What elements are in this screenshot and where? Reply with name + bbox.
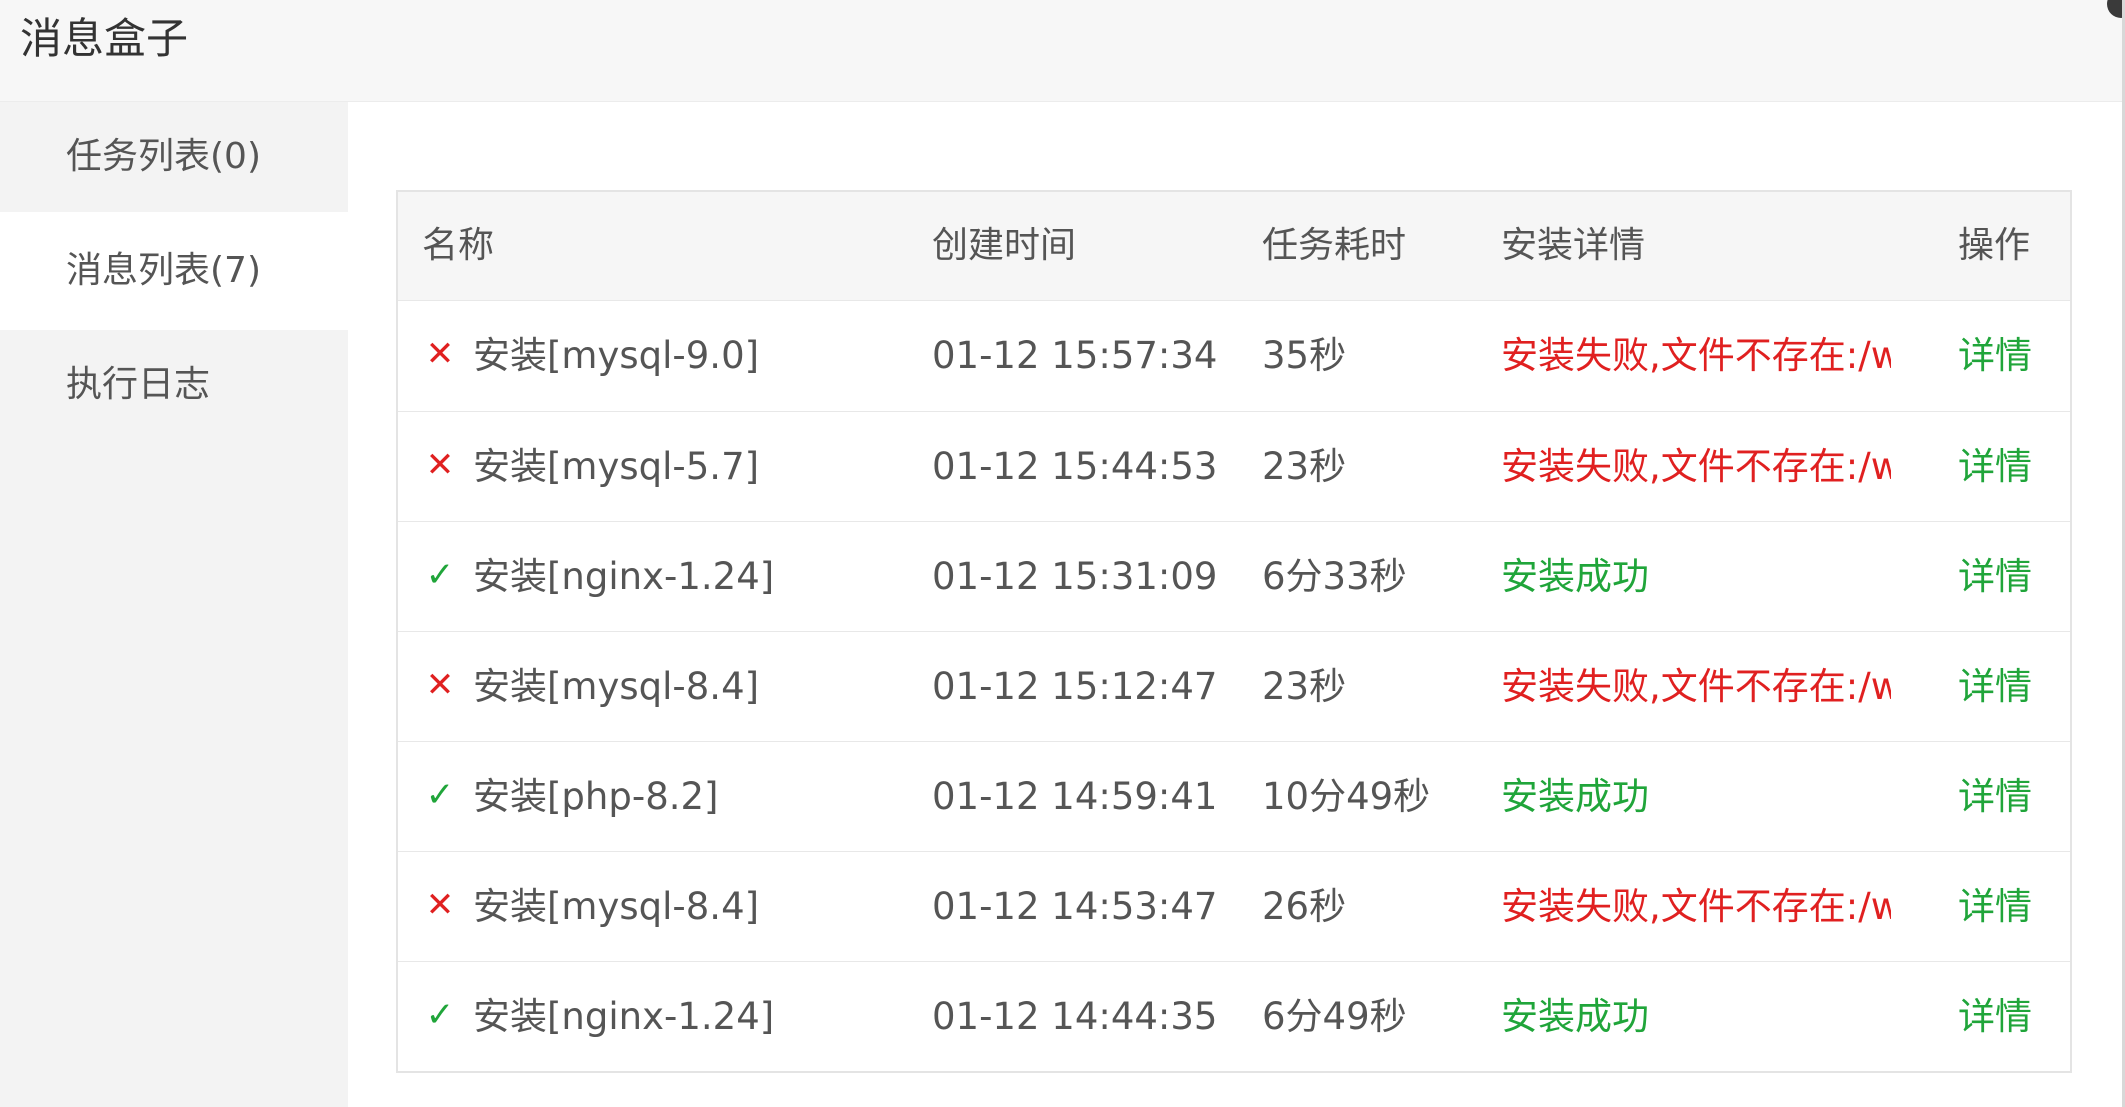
sidebar-item-label: 消息列表(7) <box>66 250 261 291</box>
table-row: ✕ 安装[mysql-8.4] 01-12 14:53:47 26秒 安装失败,文件不存… <box>398 851 2070 961</box>
install-detail: 安装成功 <box>1501 775 1649 818</box>
task-name: 安装[mysql-8.4] <box>473 885 760 928</box>
created-time: 01-12 15:57:34 <box>932 334 1218 377</box>
created-time: 01-12 15:31:09 <box>932 555 1218 598</box>
sidebar-item-execution-log[interactable]: 执行日志 <box>0 330 348 440</box>
table-header: 名称 创建时间 任务耗时 安装详情 操作 <box>398 192 2070 301</box>
detail-link[interactable]: 详情 <box>1958 962 2032 1072</box>
check-icon: ✓ <box>425 775 455 815</box>
main-content: 名称 创建时间 任务耗时 安装详情 操作 ✕ 安装[mysql-9.0] 01-12… <box>348 102 2122 1107</box>
check-icon: ✓ <box>425 995 455 1035</box>
window-title: 消息盒子 <box>20 14 189 63</box>
task-name: 安装[nginx-1.24] <box>473 995 775 1038</box>
detail-link[interactable]: 详情 <box>1958 412 2032 522</box>
detail-link[interactable]: 详情 <box>1958 632 2032 742</box>
table-row: ✕ 安装[mysql-8.4] 01-12 15:12:47 23秒 安装失败,文件不存… <box>398 631 2070 741</box>
table-row: ✓ 安装[nginx-1.24] 01-12 14:44:35 6分49秒 安装成功 详情 <box>398 961 2070 1071</box>
install-detail: 安装失败,文件不存在:/www <box>1501 445 1891 488</box>
sidebar-item-task-list[interactable]: 任务列表(0) <box>0 102 348 212</box>
table-row: ✕ 安装[mysql-5.7] 01-12 15:44:53 23秒 安装失败,文件不存… <box>398 411 2070 521</box>
detail-link[interactable]: 详情 <box>1958 301 2032 411</box>
task-name: 安装[mysql-9.0] <box>473 334 760 377</box>
install-detail: 安装成功 <box>1501 995 1649 1038</box>
detail-link[interactable]: 详情 <box>1958 522 2032 632</box>
created-time: 01-12 14:53:47 <box>932 885 1218 928</box>
detail-link[interactable]: 详情 <box>1958 742 2032 852</box>
table-body: ✕ 安装[mysql-9.0] 01-12 15:57:34 35秒 安装失败,文件不存… <box>398 301 2070 1071</box>
message-table: 名称 创建时间 任务耗时 安装详情 操作 ✕ 安装[mysql-9.0] 01-12… <box>396 190 2072 1073</box>
detail-link[interactable]: 详情 <box>1958 852 2032 962</box>
task-duration: 6分33秒 <box>1262 555 1407 598</box>
install-detail: 安装失败,文件不存在:/www <box>1501 885 1891 928</box>
close-icon: ✕ <box>425 445 455 485</box>
close-icon: ✕ <box>425 334 455 374</box>
task-duration: 10分49秒 <box>1262 775 1431 818</box>
task-duration: 23秒 <box>1262 445 1347 488</box>
sidebar-item-label: 执行日志 <box>66 364 211 405</box>
table-row: ✕ 安装[mysql-9.0] 01-12 15:57:34 35秒 安装失败,文件不存… <box>398 301 2070 411</box>
task-duration: 35秒 <box>1262 334 1347 377</box>
column-header-detail: 安装详情 <box>1501 225 1646 266</box>
task-name: 安装[mysql-8.4] <box>473 665 760 708</box>
task-duration: 6分49秒 <box>1262 995 1407 1038</box>
task-duration: 26秒 <box>1262 885 1347 928</box>
column-header-action: 操作 <box>1958 225 2031 266</box>
task-name: 安装[php-8.2] <box>473 775 719 818</box>
close-icon: ✕ <box>425 885 455 925</box>
created-time: 01-12 14:59:41 <box>932 775 1218 818</box>
check-icon: ✓ <box>425 555 455 595</box>
task-name: 安装[mysql-5.7] <box>473 445 760 488</box>
install-detail: 安装失败,文件不存在:/www <box>1501 334 1891 377</box>
column-header-created: 创建时间 <box>932 225 1077 266</box>
title-bar: 消息盒子 <box>0 0 2125 102</box>
message-box-window: 消息盒子 任务列表(0) 消息列表(7) 执行日志 名称 创建时间 任务耗时 安… <box>0 0 2125 1107</box>
task-duration: 23秒 <box>1262 665 1347 708</box>
column-header-duration: 任务耗时 <box>1262 225 1407 266</box>
sidebar-item-message-list[interactable]: 消息列表(7) <box>0 212 348 330</box>
created-time: 01-12 15:12:47 <box>932 665 1218 708</box>
sidebar: 任务列表(0) 消息列表(7) 执行日志 <box>0 102 348 1107</box>
table-row: ✓ 安装[php-8.2] 01-12 14:59:41 10分49秒 安装成功 详情 <box>398 741 2070 851</box>
install-detail: 安装成功 <box>1501 555 1649 598</box>
created-time: 01-12 15:44:53 <box>932 445 1218 488</box>
column-header-name: 名称 <box>422 225 495 266</box>
task-name: 安装[nginx-1.24] <box>473 555 775 598</box>
install-detail: 安装失败,文件不存在:/www <box>1501 665 1891 708</box>
created-time: 01-12 14:44:35 <box>932 995 1218 1038</box>
close-icon: ✕ <box>425 665 455 705</box>
table-row: ✓ 安装[nginx-1.24] 01-12 15:31:09 6分33秒 安装成功 详情 <box>398 521 2070 631</box>
sidebar-item-label: 任务列表(0) <box>66 136 261 177</box>
